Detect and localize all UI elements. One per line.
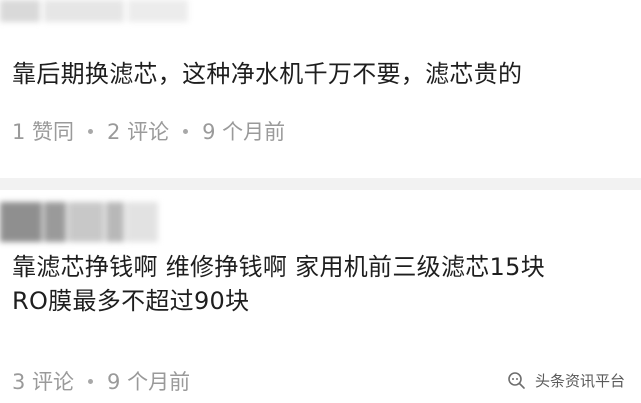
- comment-time: 9 个月前: [202, 120, 286, 144]
- comment-text: 靠后期换滤芯，这种净水机千万不要，滤芯贵的: [12, 60, 523, 88]
- comment-divider: [0, 178, 641, 190]
- separator-dot: [183, 128, 189, 134]
- comment-time: 9 个月前: [107, 370, 191, 394]
- comment-meta: 1 赞同 2 评论 9 个月前: [12, 116, 285, 146]
- comment-list: 靠后期换滤芯，这种净水机千万不要，滤芯贵的 1 赞同 2 评论 9 个月前 靠滤…: [0, 0, 641, 403]
- separator-dot: [88, 128, 94, 134]
- reply-count[interactable]: 2 评论: [107, 116, 169, 146]
- comment-item: 靠后期换滤芯，这种净水机千万不要，滤芯贵的 1 赞同 2 评论 9 个月前: [0, 0, 641, 182]
- watermark-label: 头条资讯平台: [534, 372, 625, 390]
- separator-dot: [88, 378, 94, 384]
- platform-watermark: 头条资讯平台: [507, 370, 625, 391]
- wechat-search-icon: [508, 371, 525, 389]
- comment-meta: 3 评论 9 个月前: [12, 366, 190, 396]
- reply-count[interactable]: 3 评论: [12, 366, 74, 396]
- comment-text: 靠滤芯挣钱啊 维修挣钱啊 家用机前三级滤芯15块 RO膜最多不超过90块: [12, 253, 545, 315]
- blurred-user-header: [0, 202, 300, 242]
- like-count[interactable]: 1 赞同: [12, 116, 74, 146]
- blurred-user-header: [0, 0, 300, 22]
